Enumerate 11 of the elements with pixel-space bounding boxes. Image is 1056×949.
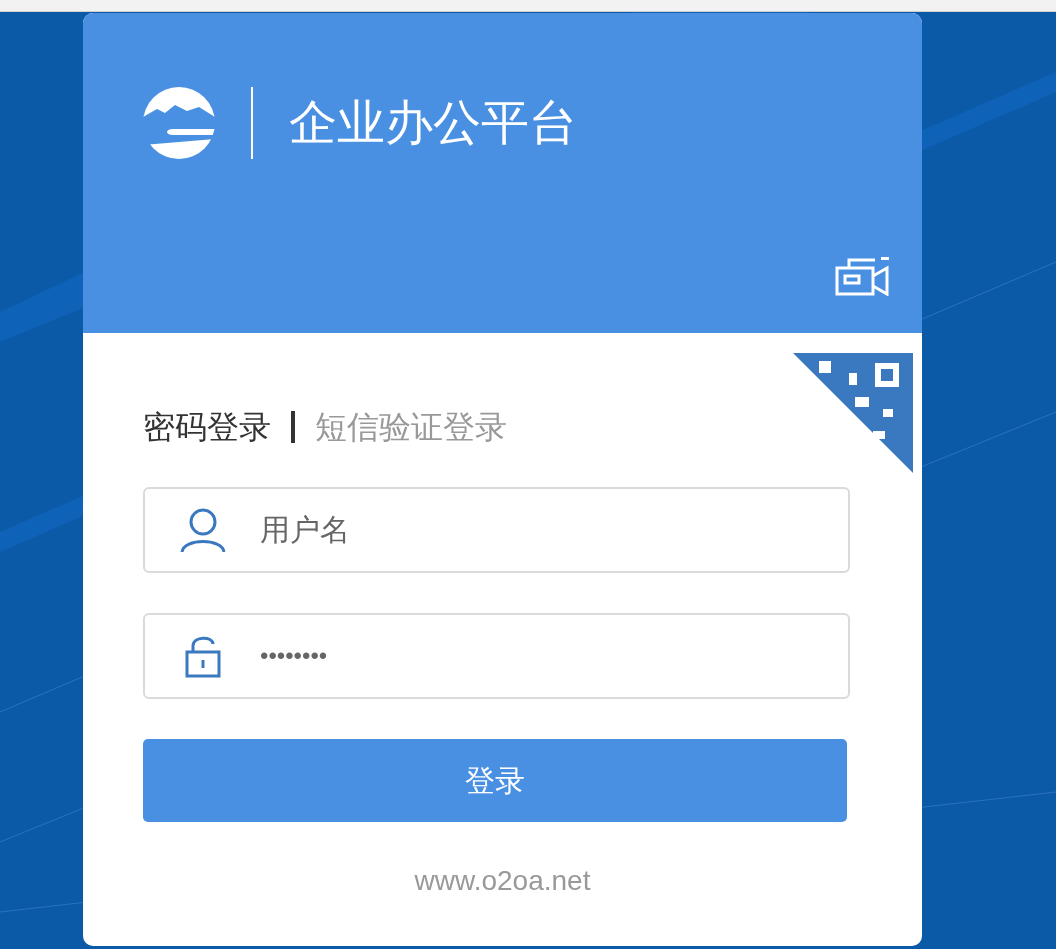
username-field[interactable]: 用户名 (143, 487, 850, 573)
user-icon (180, 508, 226, 552)
qr-code-icon[interactable] (793, 353, 913, 473)
website-link[interactable]: www.o2oa.net (414, 860, 591, 902)
app-title: 企业办公平台 (289, 99, 577, 147)
video-camera-icon[interactable] (835, 254, 891, 296)
login-tab[interactable]: 密码登录 (143, 411, 271, 443)
password-field[interactable]: •••••••• (143, 613, 850, 699)
padlock-icon (185, 634, 221, 678)
login-button[interactable]: 登录 (143, 739, 847, 822)
login-tab[interactable]: 短信验证登录 (315, 411, 507, 443)
